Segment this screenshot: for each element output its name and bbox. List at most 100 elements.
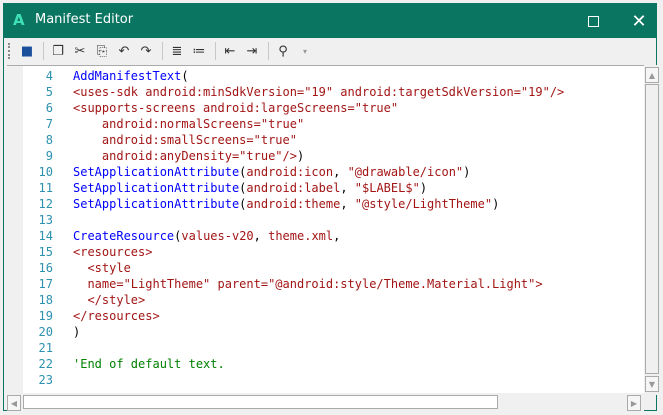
code-token: CreateResource [73, 229, 175, 243]
horizontal-scroll-thumb[interactable] [23, 395, 498, 409]
line-number: 13 [38, 213, 53, 227]
code-token: </resources> [73, 309, 160, 323]
code-token: 'End of default text. [73, 357, 225, 371]
code-token: ) [463, 165, 471, 179]
code-line: 21 [23, 340, 564, 356]
line-number: 21 [38, 341, 53, 355]
comment-icon[interactable]: ≔ [189, 41, 209, 61]
overflow-chevron-icon[interactable]: ▾ [295, 41, 315, 61]
toolbar: ■ ❐ ✂ ⎘ ↶ ↷ ≣ ≔ ⇤ ⇥ ⚲ ▾ [4, 38, 656, 64]
code-token: SetApplicationAttribute [73, 197, 240, 211]
code-line: 18 </style> [23, 292, 564, 308]
code-token: <style [73, 261, 131, 275]
code-line: 5 <uses-sdk android:minSdkVersion="19" an… [23, 84, 565, 100]
line-code: CreateResource(values-v20, theme.xml, [73, 228, 340, 244]
undo-icon[interactable]: ↶ [114, 41, 134, 61]
line-number: 22 [38, 357, 53, 371]
code-line: 11 SetApplicationAttribute(android:label,… [23, 180, 564, 196]
line-number: 7 [45, 117, 53, 131]
code-line: 15 <resources> [23, 244, 564, 260]
line-code: name="LightTheme" parent="@android:style… [73, 276, 543, 292]
line-number: 15 [38, 245, 53, 259]
line-number: 20 [38, 325, 53, 339]
code-line: 19 </resources> [23, 308, 564, 324]
manifest-editor-window: A Manifest Editor ✕ ■ ❐ ✂ ⎘ ↶ ↷ ≣ ≔ ⇤ ⇥ … [3, 3, 661, 411]
code-line: 20) [23, 324, 564, 340]
line-number: 6 [45, 101, 53, 115]
code-token: ) [296, 149, 305, 163]
code-line: 9 android:anyDensity="true"/>) [23, 148, 564, 164]
line-code: ) [73, 324, 80, 340]
horizontal-scrollbar[interactable]: ◀ ▶ [7, 393, 644, 411]
vertical-scroll-thumb[interactable] [645, 84, 659, 374]
code-token: name="LightTheme" parent="@android:style… [73, 277, 543, 291]
code-line: 10 SetApplicationAttribute(android:icon, … [23, 164, 564, 180]
line-code: SetApplicationAttribute(android:icon, "@… [73, 164, 470, 180]
code-token: "@drawable/icon" [347, 165, 464, 179]
code-lines: 4 AddManifestText( 5 <uses-sdk android:minS… [23, 68, 565, 388]
code-token: ) [419, 181, 428, 195]
copy-icon[interactable]: ❐ [48, 41, 68, 61]
line-number: 8 [45, 133, 53, 147]
scroll-up-arrow-icon[interactable]: ▲ [645, 67, 659, 83]
separator [43, 42, 44, 60]
app-icon: A [13, 11, 25, 29]
line-number: 5 [45, 85, 53, 99]
line-code: AddManifestText( [73, 68, 189, 84]
code-line: 23 [23, 372, 564, 388]
code-token: android:icon [246, 165, 334, 179]
indent-icon[interactable]: ≣ [167, 41, 187, 61]
separator [268, 42, 269, 60]
scroll-down-arrow-icon[interactable]: ▼ [645, 376, 659, 392]
code-token: <uses-sdk android:minSdkVersion="19" and… [73, 85, 565, 99]
paste-icon[interactable]: ⎘ [92, 41, 112, 61]
vertical-scrollbar[interactable]: ▲ ▼ [644, 65, 661, 395]
code-token: android:anyDensity="true"/> [73, 149, 297, 163]
close-button[interactable]: ✕ [616, 4, 662, 38]
find-icon[interactable]: ⚲ [273, 41, 293, 61]
line-number: 14 [38, 229, 53, 243]
outdent-icon[interactable]: ⇤ [220, 41, 240, 61]
line-code: </style> [73, 292, 145, 308]
code-line: 7 android:normalScreens="true" [23, 116, 564, 132]
separator [215, 42, 216, 60]
line-number: 19 [38, 309, 53, 323]
editor-gutter [7, 66, 23, 393]
code-token: , [333, 165, 348, 179]
code-line: 17 name="LightTheme" parent="@android:st… [23, 276, 564, 292]
save-icon[interactable]: ■ [17, 41, 37, 61]
line-code: <supports-screens android:largeScreens="… [73, 100, 398, 116]
scroll-right-arrow-icon[interactable]: ▶ [627, 395, 641, 411]
indent-more-icon[interactable]: ⇥ [242, 41, 262, 61]
redo-icon[interactable]: ↷ [136, 41, 156, 61]
line-number: 10 [38, 165, 53, 179]
code-token: android:smallScreens="true" [73, 133, 297, 147]
line-code: android:normalScreens="true" [73, 116, 304, 132]
line-number: 12 [38, 197, 53, 211]
line-code: android:smallScreens="true" [73, 132, 297, 148]
code-line: 16 <style [23, 260, 564, 276]
code-line: 4 AddManifestText( [23, 68, 564, 84]
line-code: SetApplicationAttribute(android:label, "… [73, 180, 427, 196]
line-code: 'End of default text. [73, 356, 225, 372]
code-editor[interactable]: 4 AddManifestText( 5 <uses-sdk android:minS… [7, 65, 644, 393]
code-token: "$LABEL$" [354, 181, 420, 195]
line-number: 4 [45, 69, 53, 83]
code-line: 8 android:smallScreens="true" [23, 132, 564, 148]
code-token: <resources> [73, 245, 153, 259]
code-line: 12 SetApplicationAttribute(android:theme,… [23, 196, 564, 212]
toolbar-grip[interactable] [8, 43, 11, 59]
code-token: SetApplicationAttribute [73, 165, 240, 179]
maximize-button[interactable] [570, 4, 616, 38]
scroll-left-arrow-icon[interactable]: ◀ [7, 395, 21, 411]
line-number: 18 [38, 293, 53, 307]
code-token: </style> [73, 293, 146, 307]
separator [162, 42, 163, 60]
cut-icon[interactable]: ✂ [70, 41, 90, 61]
code-line: 14 CreateResource(values-v20, theme.xml, [23, 228, 564, 244]
line-code: SetApplicationAttribute(android:theme, "… [73, 196, 499, 212]
line-code: <uses-sdk android:minSdkVersion="19" and… [73, 84, 564, 100]
line-number: 17 [38, 277, 53, 291]
line-code: </resources> [73, 308, 160, 324]
code-token: android:theme [246, 197, 341, 211]
